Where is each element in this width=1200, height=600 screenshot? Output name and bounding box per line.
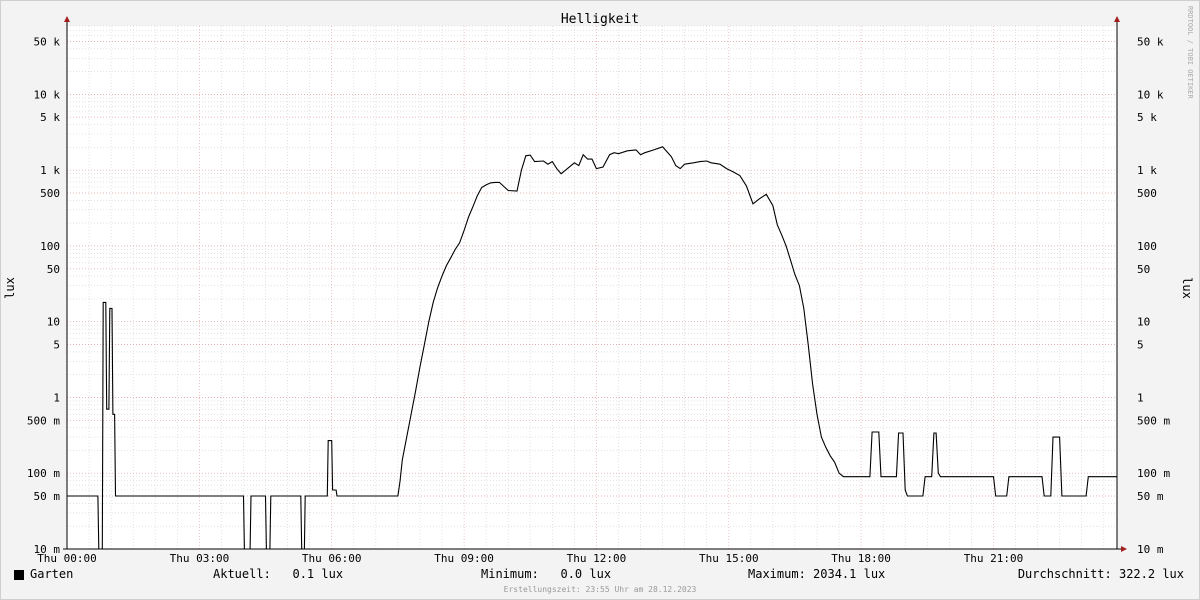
- x-tick-label: Thu 15:00: [699, 552, 759, 565]
- y-tick-label: 10 k: [34, 88, 61, 101]
- legend-swatch: [14, 570, 24, 580]
- y-tick-label: 100 m: [27, 467, 60, 480]
- stat-current: Aktuell: 0.1 lux: [213, 567, 344, 581]
- x-tick-label: Thu 12:00: [567, 552, 627, 565]
- y-axis-label-left: lux: [3, 277, 17, 299]
- x-tick-label: Thu 09:00: [434, 552, 494, 565]
- y-axis-label-right: lux: [1180, 277, 1194, 299]
- y-tick-label: 500: [40, 187, 60, 200]
- y-tick-label: 1 k: [40, 164, 60, 177]
- plot-area: [67, 26, 1117, 549]
- y-tick-label-right: 100: [1137, 240, 1157, 253]
- y-tick-label-right: 10 m: [1137, 543, 1164, 556]
- y-tick-label-right: 500: [1137, 187, 1157, 200]
- x-tick-label: Thu 18:00: [831, 552, 891, 565]
- y-tick-label: 50 m: [34, 490, 61, 503]
- y-tick-label: 50: [47, 263, 60, 276]
- footer-timestamp: Erstellungszeit: 23:55 Uhr am 28.12.2023: [503, 585, 697, 594]
- y-tick-label: 500 m: [27, 414, 60, 427]
- legend-row: Garten Aktuell: 0.1 lux Minimum: 0.0 lux…: [14, 567, 1186, 585]
- y-tick-label-right: 1: [1137, 392, 1144, 405]
- y-axis-arrow-right: [1114, 16, 1120, 22]
- y-tick-label: 5 k: [40, 111, 60, 124]
- y-tick-label-right: 100 m: [1137, 467, 1170, 480]
- y-tick-label-right: 10: [1137, 316, 1150, 329]
- x-tick-label: Thu 21:00: [964, 552, 1024, 565]
- y-tick-label-right: 5 k: [1137, 111, 1157, 124]
- y-tick-label-right: 10 k: [1137, 88, 1164, 101]
- stat-average: Durchschnitt: 322.2 lux: [1017, 567, 1184, 581]
- y-axis-arrow: [64, 16, 70, 22]
- y-tick-label: 100: [40, 240, 60, 253]
- y-tick-label: 50 k: [34, 36, 61, 49]
- chart-svg: 50 k 50 k 10 k 10 k 5 k 5 k 1 k 1 k 500 500 100 100…: [3, 6, 1194, 565]
- rrdtool-credit: RRDTOOL / TOBI OETIKER: [1186, 6, 1194, 100]
- y-tick-label-right: 50: [1137, 263, 1150, 276]
- y-tick-label: 5: [53, 339, 60, 352]
- x-axis-arrow: [1121, 546, 1127, 552]
- y-tick-label-right: 50 m: [1137, 490, 1164, 503]
- x-tick-label: Thu 00:00: [37, 552, 97, 565]
- y-tick-label-right: 1 k: [1137, 164, 1157, 177]
- x-tick-label: Thu 06:00: [302, 552, 362, 565]
- y-tick-label: 1: [53, 392, 60, 405]
- stat-maximum: Maximum: 2034.1 lux: [748, 567, 886, 581]
- stat-minimum: Minimum: 0.0 lux: [481, 567, 612, 581]
- y-tick-label: 10: [47, 316, 60, 329]
- y-tick-label-right: 50 k: [1137, 36, 1164, 49]
- y-tick-label-right: 5: [1137, 339, 1144, 352]
- y-tick-label-right: 500 m: [1137, 414, 1170, 427]
- x-tick-label: Thu 03:00: [170, 552, 230, 565]
- legend-series-name: Garten: [30, 567, 74, 581]
- chart-title: Helligkeit: [561, 12, 639, 27]
